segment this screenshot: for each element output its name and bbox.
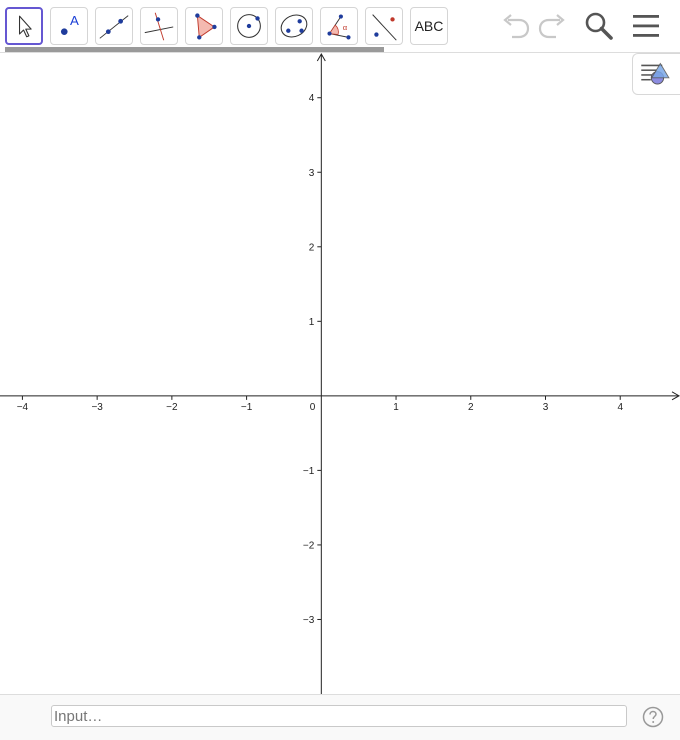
point-icon: A	[60, 13, 79, 35]
point-tool-button[interactable]: A	[50, 7, 88, 45]
line-tool-button[interactable]	[95, 7, 133, 45]
search-button[interactable]	[582, 9, 616, 43]
polygon-icon	[195, 13, 217, 40]
text-icon: ABC	[414, 18, 444, 34]
redo-icon	[538, 14, 565, 39]
style-bar-toggle-button[interactable]	[632, 53, 680, 95]
menu-icon	[633, 15, 659, 37]
toolbar-scroll-indicator	[5, 47, 384, 52]
style-bar-toggle-icon	[641, 62, 670, 85]
angle-icon: α	[327, 14, 351, 40]
undo-button[interactable]	[499, 9, 533, 43]
circle-center-point-icon	[237, 14, 261, 38]
toolbar: A α ABC	[0, 0, 680, 53]
redo-button[interactable]	[535, 9, 569, 43]
main-menu-button[interactable]	[629, 9, 663, 43]
y-tick-label: 4	[309, 93, 315, 104]
axis-ticks: −4 −3 −2 −1 1 2 3 4 4 3 2 1 −1 −2 −3 0	[17, 93, 624, 626]
y-tick-label: −2	[303, 540, 315, 551]
algebra-input-bar	[0, 694, 680, 740]
x-tick-label: −4	[17, 402, 29, 413]
line-icon	[99, 15, 129, 39]
y-tick-label: −3	[303, 615, 315, 626]
x-tick-label: 3	[543, 402, 549, 413]
reflect-about-line-icon	[372, 14, 397, 41]
undo-icon	[503, 14, 530, 39]
circle-tool-button[interactable]	[230, 7, 268, 45]
polygon-tool-button[interactable]	[185, 7, 223, 45]
x-tick-label: 2	[468, 402, 474, 413]
perpendicular-line-icon	[144, 12, 174, 41]
conic-ellipse-icon	[280, 14, 308, 38]
search-icon	[585, 12, 613, 40]
move-arrow-icon	[18, 15, 32, 38]
origin-label: 0	[310, 402, 316, 413]
help-icon[interactable]	[642, 706, 664, 728]
y-tick-label: 2	[309, 242, 315, 253]
text-tool-button[interactable]: ABC	[410, 7, 448, 45]
x-tick-label: 4	[617, 402, 623, 413]
angle-tool-button[interactable]: α	[320, 7, 358, 45]
ellipse-tool-button[interactable]	[275, 7, 313, 45]
y-tick-label: −1	[303, 466, 315, 477]
perpendicular-line-tool-button[interactable]	[140, 7, 178, 45]
axes	[0, 53, 680, 694]
reflect-tool-button[interactable]	[365, 7, 403, 45]
move-tool-button[interactable]	[5, 7, 43, 45]
x-tick-label: −2	[166, 402, 178, 413]
y-tick-label: 1	[309, 317, 315, 328]
x-tick-label: −3	[91, 402, 103, 413]
x-tick-label: 1	[393, 402, 399, 413]
input-field[interactable]	[51, 705, 627, 727]
point-tool-label: A	[70, 13, 79, 28]
x-tick-label: −1	[241, 402, 253, 413]
angle-tool-label: α	[343, 23, 348, 32]
y-tick-label: 3	[309, 168, 315, 179]
graphics-view[interactable]: −4 −3 −2 −1 1 2 3 4 4 3 2 1 −1 −2 −3 0	[0, 53, 680, 694]
